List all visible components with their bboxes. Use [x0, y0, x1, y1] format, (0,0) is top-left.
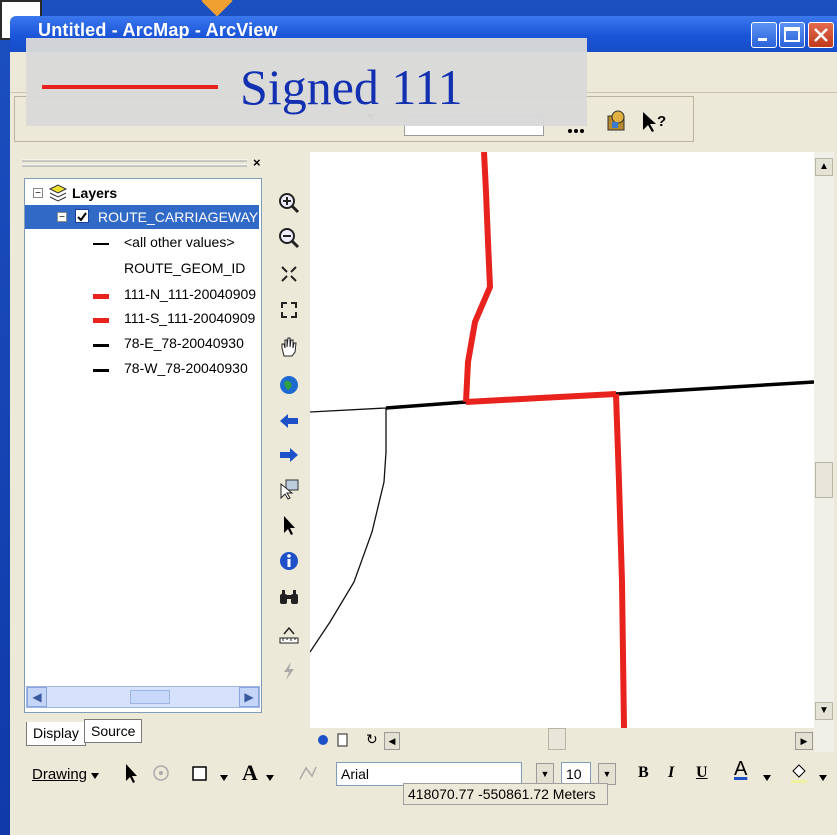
minimize-button[interactable]	[751, 22, 777, 48]
svg-text:?: ?	[657, 113, 666, 130]
font-name-dropdown-button[interactable]: ▼	[536, 763, 554, 785]
font-size-dropdown-button[interactable]: ▼	[598, 763, 616, 785]
legend-item-111s: 111-S_111-20040909	[124, 310, 256, 326]
italic-button[interactable]: I	[668, 764, 674, 782]
rotate-icon[interactable]	[152, 764, 170, 787]
layers-collapse-icon[interactable]: −	[33, 188, 43, 199]
scroll-down-button[interactable]: ▼	[815, 702, 833, 720]
close-icon	[814, 28, 828, 42]
layer-visibility-checkbox[interactable]	[75, 209, 89, 223]
select-elements-arrow-icon[interactable]	[122, 762, 140, 789]
underline-button[interactable]: U	[696, 764, 708, 782]
route-111-concurrent-line	[465, 391, 617, 405]
legend-swatch-111n	[93, 294, 109, 299]
identify-icon[interactable]	[276, 550, 302, 578]
map-scroll-thumb[interactable]	[815, 462, 833, 498]
route-111-north-line	[463, 151, 494, 403]
tab-display[interactable]: Display	[26, 722, 86, 746]
fill-color-arrow-icon[interactable]	[818, 770, 828, 788]
layout-view-icon[interactable]	[336, 733, 350, 752]
legend-item-78e: 78-E_78-20040930	[124, 335, 244, 351]
data-view-icon[interactable]	[316, 733, 332, 752]
font-color-arrow-icon[interactable]	[762, 770, 772, 788]
hyperlink-icon[interactable]	[276, 660, 302, 688]
banner-label: Signed 111	[240, 59, 463, 115]
checkmark-icon	[77, 212, 87, 222]
toc-close-button[interactable]: ×	[253, 155, 261, 170]
route-111-south-line	[613, 393, 627, 729]
select-elements-icon[interactable]	[276, 514, 302, 542]
fixed-zoom-out-icon[interactable]	[276, 300, 302, 328]
map-vertical-scrollbar[interactable]	[814, 152, 834, 752]
drawing-menu[interactable]: Drawing	[32, 766, 87, 783]
arctoolbox-icon[interactable]	[604, 108, 630, 139]
tab-source[interactable]: Source	[84, 719, 143, 743]
map-display[interactable]	[309, 151, 815, 729]
new-text-tool[interactable]: A	[242, 760, 258, 786]
whats-this-help-icon[interactable]: ?	[640, 110, 670, 139]
maximize-button[interactable]	[779, 22, 805, 48]
refresh-icon[interactable]: ↻	[366, 731, 378, 748]
font-color-button[interactable]: A	[734, 758, 747, 781]
legend-item-111n: 111-N_111-20040909	[124, 286, 257, 302]
layer-name[interactable]: ROUTE_CARRIAGEWAY	[98, 209, 258, 225]
toc-tree	[24, 178, 262, 713]
rectangle-tool-icon[interactable]	[192, 766, 208, 787]
close-window-button[interactable]	[808, 22, 834, 48]
edit-vertices-icon[interactable]	[298, 764, 318, 787]
bold-button[interactable]: B	[638, 764, 649, 782]
back-extent-icon[interactable]	[276, 410, 302, 438]
map-hscroll-thumb[interactable]	[548, 728, 566, 750]
legend-other-values: <all other values>	[124, 234, 235, 250]
layer-collapse-icon[interactable]: −	[57, 212, 67, 223]
forward-extent-icon[interactable]	[276, 444, 302, 472]
status-coordinates: 418070.77 -550861.72 Meters	[403, 783, 608, 805]
legend-swatch-78w	[93, 369, 109, 372]
scroll-left-button[interactable]: ◀	[27, 687, 47, 707]
scroll-right-button[interactable]: ▶	[239, 687, 259, 707]
fixed-zoom-in-icon[interactable]	[276, 264, 302, 292]
banner-legend-line	[42, 85, 218, 89]
scroll-up-button[interactable]: ▲	[815, 158, 833, 176]
legend-swatch-78e	[93, 344, 109, 347]
select-features-icon[interactable]	[276, 478, 302, 506]
minimize-icon	[758, 38, 767, 41]
zoom-out-icon[interactable]	[276, 227, 302, 255]
zoom-in-icon[interactable]	[276, 192, 302, 220]
fill-color-icon[interactable]	[788, 762, 810, 789]
maximize-icon	[784, 27, 800, 42]
measure-icon[interactable]	[276, 624, 302, 652]
pan-icon[interactable]	[276, 336, 302, 364]
scroll-thumb[interactable]	[130, 690, 170, 704]
drawing-menu-arrow-icon[interactable]	[90, 768, 100, 786]
text-tool-arrow-icon[interactable]	[265, 770, 275, 788]
map-scroll-left-button[interactable]: ◀	[384, 732, 400, 750]
layers-root-label[interactable]: Layers	[72, 185, 117, 201]
minor-road-line	[309, 407, 387, 653]
legend-field-name: ROUTE_GEOM_ID	[124, 260, 246, 276]
rectangle-tool-arrow-icon[interactable]	[219, 770, 229, 788]
toc-grip[interactable]	[22, 155, 270, 173]
full-extent-icon[interactable]	[276, 374, 302, 402]
legend-swatch-other	[93, 243, 109, 245]
find-icon[interactable]	[276, 586, 302, 614]
legend-swatch-111s	[93, 318, 109, 323]
legend-item-78w: 78-W_78-20040930	[124, 360, 248, 376]
map-scroll-right-button[interactable]: ▶	[795, 732, 813, 750]
